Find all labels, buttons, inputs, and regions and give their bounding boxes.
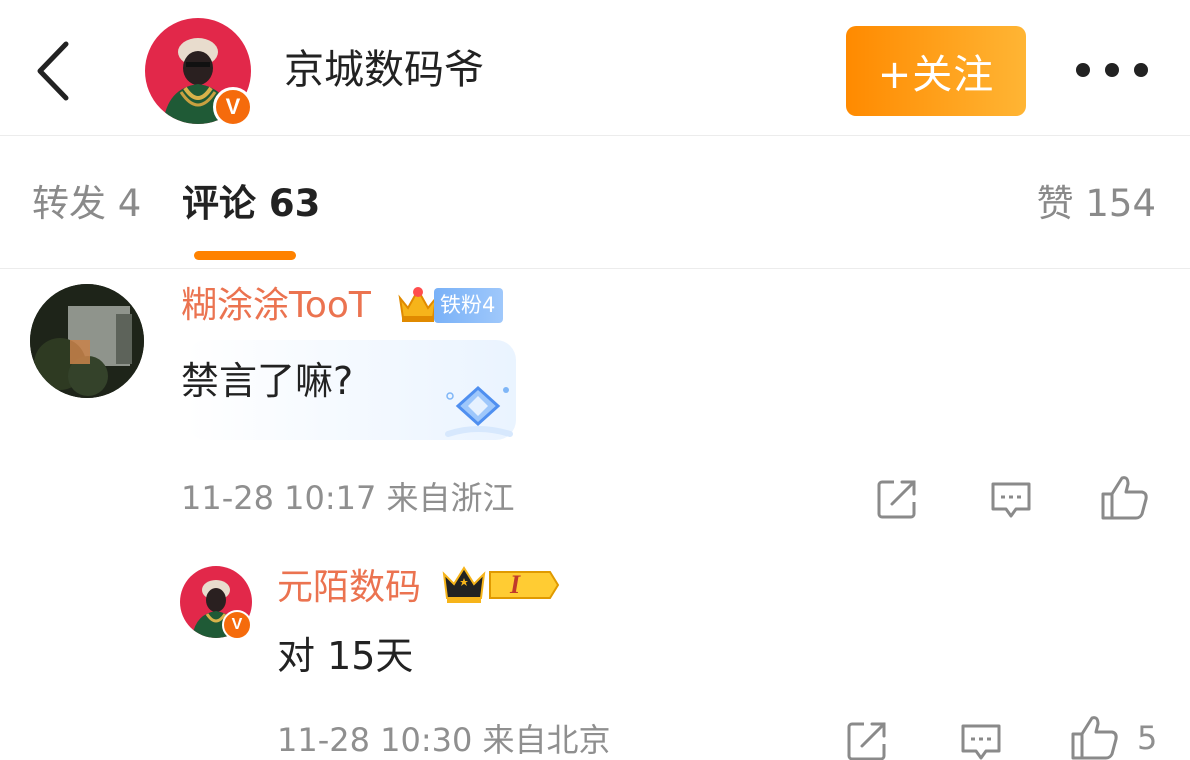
share-icon[interactable] (874, 476, 920, 522)
back-icon (37, 41, 69, 101)
reply-meta: 11-28 10:30 来自北京 (277, 721, 611, 759)
crown-level-icon: I (442, 562, 560, 608)
tab-repost[interactable]: 转发 4 (32, 181, 141, 227)
active-tab-indicator (194, 251, 296, 260)
more-dot (1105, 63, 1119, 77)
fan-level-badge: 铁粉4 (434, 288, 504, 323)
tab-likes[interactable]: 赞 154 (1037, 181, 1156, 227)
reply-icon[interactable] (988, 476, 1034, 522)
like-icon[interactable] (1100, 472, 1150, 522)
verified-badge: V (222, 610, 252, 640)
back-button[interactable] (28, 36, 82, 106)
like-count: 5 (1137, 719, 1158, 757)
level-label: I (510, 570, 521, 599)
commenter-avatar[interactable] (30, 284, 144, 398)
comment-meta: 11-28 10:17 来自浙江 (181, 479, 515, 517)
tab-comments[interactable]: 评论 63 (182, 181, 320, 227)
tab-bar: 转发 4 评论 63 赞 154 (0, 137, 1190, 269)
more-dot (1134, 63, 1148, 77)
reply-text: 对 15天 (277, 634, 414, 678)
like-icon[interactable] (1070, 712, 1120, 760)
diamond-icon (440, 380, 516, 444)
comment-text: 禁言了嘛? (181, 359, 354, 403)
page-title: 京城数码爷 (284, 47, 484, 93)
comment-username[interactable]: 糊涂涂TooT (181, 284, 371, 328)
more-dot (1076, 63, 1090, 77)
avatar-photo-icon (30, 284, 144, 398)
reply-username[interactable]: 元陌数码 (277, 566, 421, 610)
verified-badge: V (213, 87, 253, 127)
more-icon[interactable] (1076, 58, 1148, 82)
follow-button[interactable]: +关注 (846, 26, 1026, 116)
top-bar: V 京城数码爷 +关注 (0, 0, 1190, 136)
reply-icon[interactable] (958, 718, 1004, 760)
share-icon[interactable] (844, 718, 890, 760)
